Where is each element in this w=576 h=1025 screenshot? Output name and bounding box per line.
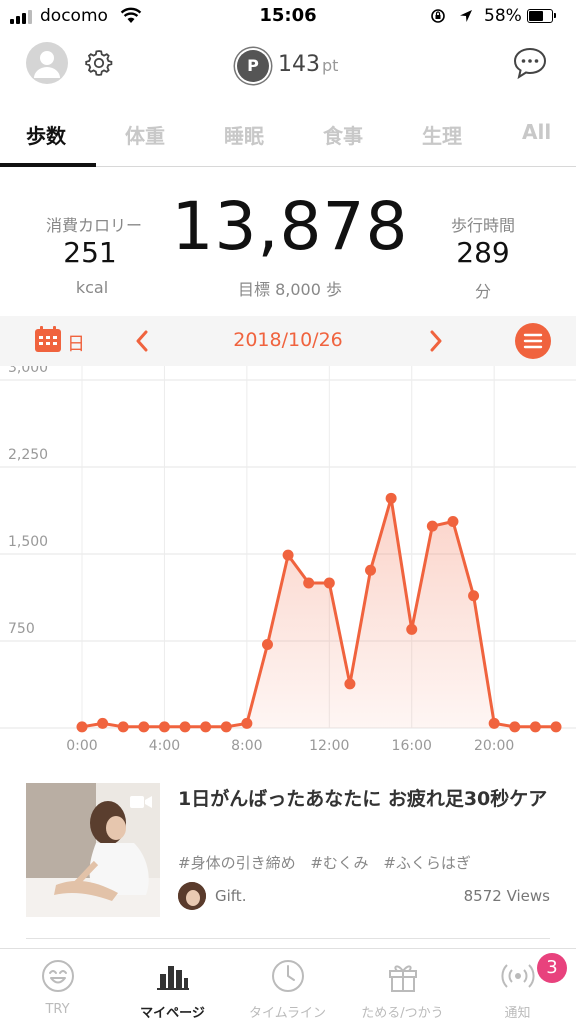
hamburger-icon	[523, 333, 543, 349]
article-author: Gift.	[215, 887, 247, 905]
data-point	[179, 721, 191, 733]
tag[interactable]: #身体の引き締め	[178, 854, 296, 872]
nav-label: タイムライン	[248, 1006, 327, 1021]
y-tick-label: 2,250	[8, 447, 48, 463]
data-point	[261, 638, 273, 650]
points-unit: pt	[322, 56, 339, 75]
walk-time-value: 289	[456, 236, 510, 269]
data-point	[447, 516, 459, 528]
data-point	[220, 721, 232, 733]
battery-percent: 58%	[484, 6, 522, 26]
tab-steps[interactable]: 歩数	[26, 120, 66, 149]
y-tick-label: 1,500	[8, 534, 48, 550]
bar-chart-icon	[156, 966, 189, 990]
data-point	[529, 721, 541, 733]
y-tick-label: 750	[8, 621, 35, 637]
orientation-lock-icon	[431, 9, 445, 23]
calories-value: 251	[63, 236, 117, 269]
battery-icon	[527, 9, 553, 23]
nav-try[interactable]: TRY	[0, 958, 115, 1017]
x-tick-label: 16:00	[392, 738, 432, 754]
data-point	[117, 721, 129, 733]
steps-chart: 3,000 2,250 1,500 750 0:00 4:00 8:00 12:00 16:0…	[0, 366, 576, 754]
y-tick-label: 3,000	[8, 366, 48, 376]
data-point	[303, 577, 315, 589]
gift-icon	[388, 965, 417, 992]
x-tick-label: 8:00	[231, 738, 262, 754]
data-point	[488, 717, 500, 729]
data-point	[97, 717, 109, 729]
data-point	[426, 520, 438, 532]
nav-timeline[interactable]: タイムライン	[230, 958, 345, 1021]
walk-time-label: 歩行時間	[450, 216, 515, 235]
points-display[interactable]: 143 pt	[278, 52, 338, 77]
article-views: 8572 Views	[463, 887, 550, 905]
tag[interactable]: #むくみ	[310, 854, 368, 872]
data-point	[200, 721, 212, 733]
tag[interactable]: #ふくらはぎ	[383, 854, 471, 872]
broadcast-icon	[500, 964, 535, 988]
data-point	[158, 721, 170, 733]
chart-area-fill	[82, 498, 556, 728]
x-tick-label: 0:00	[66, 738, 97, 754]
data-point	[385, 492, 397, 504]
video-camera-icon	[130, 796, 152, 808]
nav-label: 通知	[504, 1006, 531, 1021]
tab-meal[interactable]: 食事	[323, 120, 363, 149]
data-point	[344, 678, 356, 690]
data-point	[76, 721, 88, 733]
points-value: 143	[278, 52, 320, 77]
tab-period[interactable]: 生理	[422, 120, 462, 149]
notification-badge: 3	[537, 953, 567, 983]
chat-icon[interactable]	[512, 46, 548, 80]
data-point	[138, 721, 150, 733]
active-tab-indicator	[0, 163, 96, 167]
article-tags: #身体の引き締め #むくみ #ふくらはぎ	[178, 852, 481, 873]
step-count: 13,878	[171, 188, 409, 265]
tab-weight[interactable]: 体重	[125, 120, 165, 149]
data-point	[468, 590, 480, 602]
category-tabs: 歩数 体重 睡眠 食事 生理 All	[0, 104, 576, 167]
data-point	[241, 717, 253, 729]
walk-time-unit: 分	[474, 282, 491, 301]
clock-icon	[271, 960, 304, 992]
article-title[interactable]: 1日がんばったあなたに お疲れ足30秒ケア	[178, 784, 558, 814]
data-point	[323, 577, 335, 589]
nav-label: ためる/つかう	[361, 1006, 444, 1021]
nav-label: マイページ	[140, 1006, 205, 1021]
x-tick-label: 20:00	[474, 738, 514, 754]
author-avatar	[178, 882, 206, 910]
data-point	[406, 623, 418, 635]
x-tick-label: 12:00	[309, 738, 349, 754]
chevron-right-icon[interactable]	[428, 330, 444, 352]
current-date: 2018/10/26	[233, 329, 343, 351]
nav-mypage[interactable]: マイページ	[115, 958, 230, 1021]
data-point	[509, 721, 521, 733]
nav-points[interactable]: ためる/つかう	[345, 958, 460, 1021]
tab-all[interactable]: All	[522, 120, 551, 144]
smiley-icon	[41, 960, 74, 992]
status-bar: docomo 15:06 58%	[0, 0, 576, 34]
data-point	[282, 549, 294, 561]
divider	[26, 938, 550, 939]
menu-button[interactable]	[515, 323, 551, 359]
step-goal: 目標 8,000 歩	[238, 280, 342, 299]
calories-label: 消費カロリー	[45, 216, 142, 235]
location-icon	[460, 10, 472, 22]
tab-sleep[interactable]: 睡眠	[224, 120, 264, 149]
calories-unit: kcal	[75, 278, 109, 297]
points-badge-icon[interactable]: P	[237, 50, 269, 82]
avatar-icon[interactable]	[26, 42, 68, 84]
x-tick-label: 4:00	[149, 738, 180, 754]
gear-icon[interactable]	[84, 48, 114, 78]
data-point	[365, 564, 377, 576]
data-point	[550, 721, 562, 733]
nav-label: TRY	[45, 1002, 70, 1017]
